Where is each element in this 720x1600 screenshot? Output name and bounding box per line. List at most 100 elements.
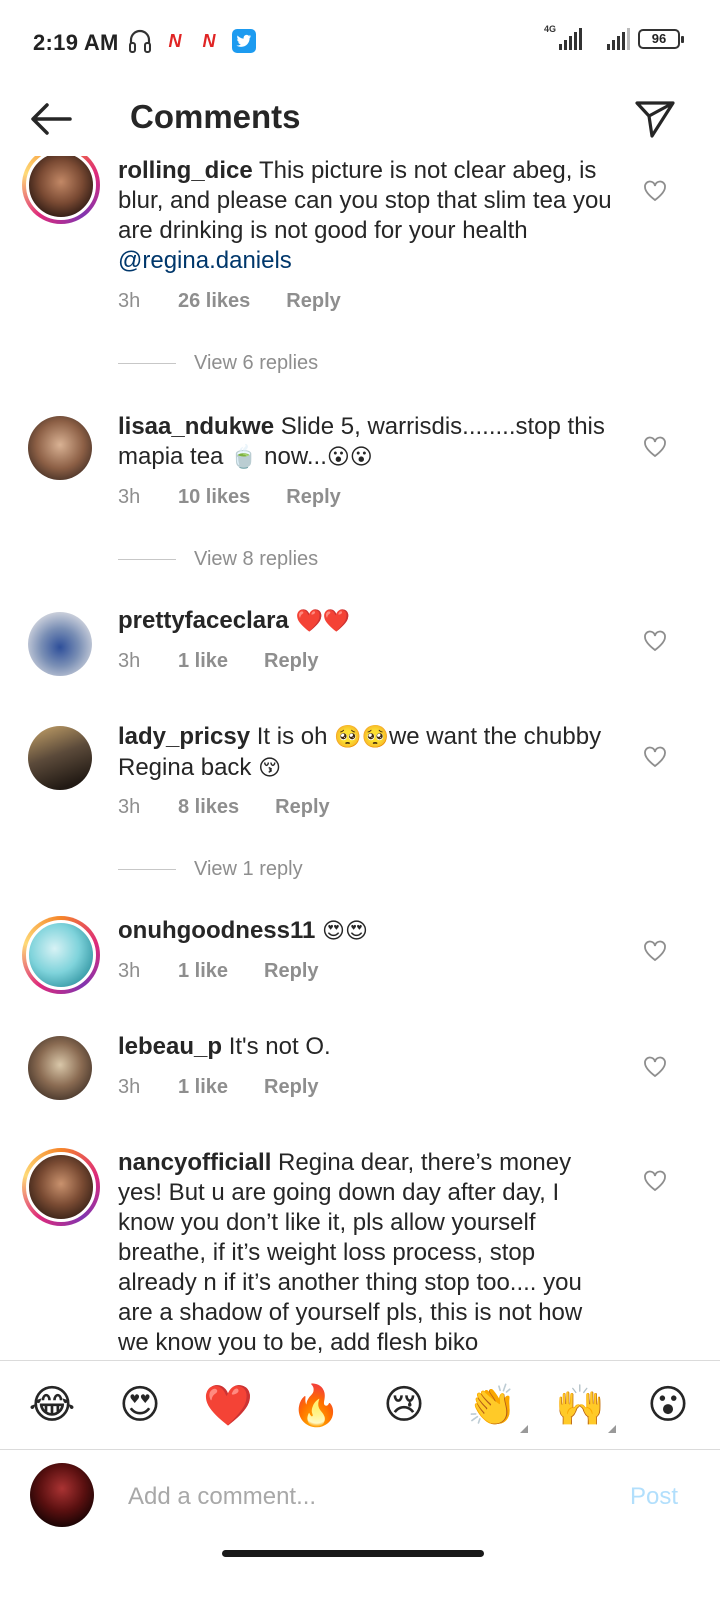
- comment-username[interactable]: lisaa_ndukwe: [118, 413, 274, 440]
- surprised-emoji: 😮😮: [326, 445, 373, 470]
- comment-input[interactable]: [128, 1479, 588, 1515]
- post-button[interactable]: Post: [630, 1483, 678, 1511]
- emoji-button-raised-hands[interactable]: 🙌: [550, 1375, 616, 1435]
- comment-text: onuhgoodness11 😍😍: [118, 916, 618, 947]
- avatar[interactable]: [22, 916, 100, 994]
- comment-time: 3h: [118, 650, 141, 672]
- cell-signal-icon-2: [590, 28, 630, 50]
- comment-composer: Post: [0, 1451, 720, 1561]
- reply-button[interactable]: Reply: [264, 960, 318, 983]
- tea-emoji: 🍵: [230, 445, 258, 470]
- comment-list[interactable]: rolling_dice This picture is not clear a…: [0, 156, 720, 1360]
- like-button[interactable]: [640, 742, 670, 772]
- back-arrow-icon: [31, 103, 72, 135]
- comment-likes[interactable]: 1 like: [178, 650, 228, 673]
- comment-time: 3h: [118, 290, 141, 312]
- reply-button[interactable]: Reply: [264, 650, 318, 673]
- comment-username[interactable]: onuhgoodness11: [118, 917, 315, 944]
- like-button[interactable]: [640, 1052, 670, 1082]
- comment-likes[interactable]: 1 like: [178, 960, 228, 983]
- back-button[interactable]: [26, 96, 76, 142]
- status-bar: 2:19 AM N N 4G 96: [0, 0, 720, 86]
- comment-body: It's not O.: [228, 1033, 331, 1060]
- page-title: Comments: [130, 98, 301, 135]
- hearts-emoji: ❤️❤️: [295, 609, 351, 634]
- comment-meta: 3h 1 like Reply: [118, 650, 319, 673]
- comment-text: rolling_dice This picture is not clear a…: [118, 156, 618, 276]
- comment-text: lady_pricsy It is oh 🥺🥺we want the chubb…: [118, 722, 618, 784]
- like-button[interactable]: [640, 936, 670, 966]
- reply-button[interactable]: Reply: [275, 796, 329, 819]
- reply-button[interactable]: Reply: [286, 290, 340, 313]
- avatar[interactable]: [22, 156, 100, 224]
- surprised-emoji-icon: 😮: [647, 1382, 689, 1428]
- comment-body-cont: now...: [264, 443, 327, 470]
- comment-username[interactable]: rolling_dice: [118, 157, 253, 184]
- comment-text: lisaa_ndukwe Slide 5, warrisdis........s…: [118, 412, 618, 473]
- cell-signal-icon: 4G: [542, 24, 582, 50]
- view-replies-button[interactable]: View 8 replies: [118, 548, 318, 571]
- kissing-emoji: 😚: [258, 756, 282, 781]
- heart-eyes-emoji-icon: 😍: [119, 1382, 161, 1428]
- network-type: 4G: [544, 24, 557, 34]
- heart-icon: [644, 630, 666, 652]
- emoji-button-clapping[interactable]: 👏: [462, 1375, 528, 1435]
- heart-icon: [644, 180, 666, 202]
- comment-mention[interactable]: @regina.daniels: [118, 247, 292, 274]
- heart-icon: [644, 1056, 666, 1078]
- emoji-button-surprised[interactable]: 😮: [638, 1375, 698, 1435]
- comment-likes[interactable]: 10 likes: [178, 486, 250, 509]
- comment-username[interactable]: prettyfaceclara: [118, 607, 289, 634]
- comment-meta: 3h 26 likes Reply: [118, 290, 341, 313]
- avatar[interactable]: [28, 726, 92, 790]
- fire-emoji-icon: 🔥: [291, 1382, 341, 1429]
- emoji-button-laughing[interactable]: 😂: [22, 1375, 82, 1435]
- view-replies-label: View 1 reply: [194, 858, 303, 880]
- replies-divider: [118, 559, 176, 560]
- comment-meta: 3h 1 like Reply: [118, 960, 319, 983]
- avatar[interactable]: [28, 1036, 92, 1100]
- like-button[interactable]: [640, 432, 670, 462]
- reply-button[interactable]: Reply: [286, 486, 340, 509]
- emoji-button-crying[interactable]: 😢: [374, 1375, 434, 1435]
- emoji-button-heart-eyes[interactable]: 😍: [110, 1375, 170, 1435]
- avatar[interactable]: [28, 416, 92, 480]
- battery-icon: 96: [638, 29, 684, 49]
- avatar[interactable]: [22, 1148, 100, 1226]
- comment-likes[interactable]: 26 likes: [178, 290, 250, 313]
- comment-username[interactable]: lady_pricsy: [118, 723, 250, 750]
- comment-text: nancyofficiall Regina dear, there’s mone…: [118, 1148, 618, 1358]
- notification-icons: N N: [128, 28, 256, 54]
- like-button[interactable]: [640, 626, 670, 656]
- reply-button[interactable]: Reply: [264, 1076, 318, 1099]
- replies-divider: [118, 363, 176, 364]
- heart-icon: [644, 940, 666, 962]
- share-button[interactable]: [630, 94, 680, 144]
- comment-text: lebeau_p It's not O.: [118, 1032, 618, 1062]
- like-button[interactable]: [640, 176, 670, 206]
- headphone-icon: [129, 29, 151, 53]
- view-replies-label: View 8 replies: [194, 548, 319, 570]
- skin-tone-indicator: [520, 1425, 528, 1433]
- view-replies-button[interactable]: View 6 replies: [118, 352, 318, 375]
- twitter-icon: [232, 29, 256, 53]
- view-replies-button[interactable]: View 1 reply: [118, 858, 303, 881]
- heart-icon: [644, 746, 666, 768]
- home-indicator[interactable]: [222, 1550, 484, 1557]
- comment-time: 3h: [118, 1076, 141, 1098]
- like-button[interactable]: [640, 1166, 670, 1196]
- comment-time: 3h: [118, 486, 141, 508]
- replies-divider: [118, 869, 176, 870]
- raised-hands-emoji-icon: 🙌: [555, 1382, 605, 1429]
- comment-username[interactable]: lebeau_p: [118, 1033, 222, 1060]
- comment-username[interactable]: nancyofficiall: [118, 1149, 271, 1176]
- emoji-button-fire[interactable]: 🔥: [286, 1375, 346, 1435]
- laughing-emoji-icon: 😂: [28, 1382, 76, 1428]
- comment-likes[interactable]: 8 likes: [178, 796, 239, 819]
- emoji-button-heart[interactable]: ❤️: [198, 1375, 258, 1435]
- heart-eyes-emoji: 😍😍: [322, 919, 368, 944]
- skin-tone-indicator: [608, 1425, 616, 1433]
- status-time: 2:19 AM: [33, 30, 119, 55]
- avatar[interactable]: [28, 612, 92, 676]
- comment-likes[interactable]: 1 like: [178, 1076, 228, 1099]
